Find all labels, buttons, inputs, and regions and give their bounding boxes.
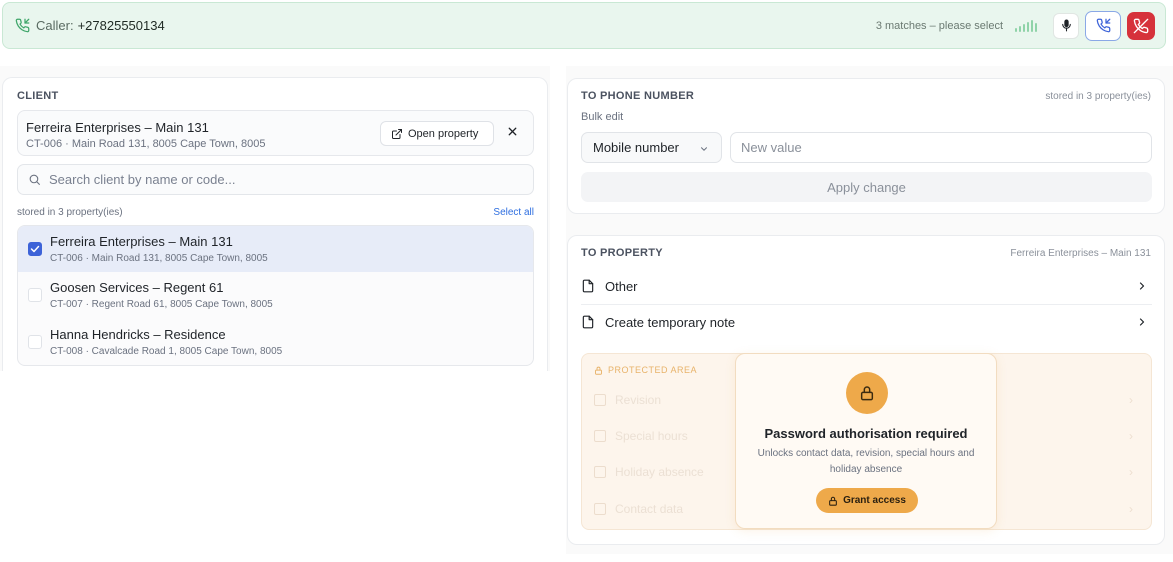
client-item-name: Ferreira Enterprises – Main 131 [50,234,233,249]
client-list-header: stored in 3 property(ies) Select all [17,207,534,218]
client-list-item[interactable]: Goosen Services – Regent 61 CT-007 · Reg… [18,272,533,318]
client-search-placeholder: Search client by name or code... [49,172,236,187]
protected-area-text: PROTECTED AREA [608,365,698,375]
checkmark-icon [30,245,40,253]
protected-item-special-hours: Special hours [594,429,688,443]
lock-icon [829,496,837,506]
plane-icon [594,466,606,478]
hang-up-button[interactable] [1127,11,1155,40]
client-list-item[interactable]: Hanna Hendricks – Residence CT-008 · Cav… [18,319,533,365]
grant-access-button[interactable]: Grant access [816,488,918,513]
caller-label: Caller: [36,18,74,33]
protected-area-label: PROTECTED AREA [594,365,697,375]
new-value-placeholder: New value [741,140,802,155]
incoming-call-icon [15,18,30,33]
microphone-icon [1061,19,1071,32]
selected-client-card: Ferreira Enterprises – Main 131 CT-006 ·… [17,110,534,156]
close-icon [508,127,517,136]
client-checkbox[interactable] [28,288,42,302]
property-menu-item-other[interactable]: Other [581,268,1152,304]
client-checkbox[interactable] [28,242,42,256]
selected-client-name: Ferreira Enterprises – Main 131 [26,120,209,135]
search-icon [29,174,40,185]
document-icon [582,279,594,293]
stored-count-text: stored in 3 property(ies) [17,207,123,218]
menu-item-label: Create temporary note [605,314,736,330]
selected-client-address: CT-006 · Main Road 131, 8005 Cape Town, … [26,138,266,150]
phone-type-select[interactable]: Mobile number [581,132,722,163]
select-all-link[interactable]: Select all [493,207,534,218]
phone-type-value: Mobile number [593,140,679,155]
lock-icon [595,366,602,375]
client-item-address: CT-006 · Main Road 131, 8005 Cape Town, … [50,253,268,264]
client-item-address: CT-008 · Cavalcade Road 1, 8005 Cape Tow… [50,346,283,357]
contact-icon [594,503,606,515]
menu-item-label: Other [605,278,638,294]
bulk-edit-label: Bulk edit [581,111,624,123]
protected-item-contact-data: Contact data [594,502,683,516]
microphone-button[interactable] [1053,12,1079,39]
client-checkbox[interactable] [28,335,42,349]
client-search-input[interactable]: Search client by name or code... [17,164,534,195]
to-property-header: TO PROPERTY Ferreira Enterprises – Main … [581,247,1151,259]
caller-number: +27825550134 [77,18,165,33]
new-value-input[interactable]: New value [730,132,1152,163]
external-link-icon [392,128,402,139]
grant-access-label: Grant access [843,495,906,506]
chevron-right-icon [1139,282,1145,290]
property-menu-item-temporary-note[interactable]: Create temporary note [581,304,1152,340]
client-section-title: CLIENT [17,90,59,102]
call-bar: Caller: +27825550134 3 matches – please … [2,2,1166,49]
clear-selection-button[interactable] [506,125,519,138]
client-list: Ferreira Enterprises – Main 131 CT-006 ·… [17,225,534,366]
chevron-down-icon [700,147,708,151]
phone-transfer-icon [1096,18,1110,33]
lock-badge [846,372,888,414]
protected-item-label: Contact data [615,502,684,516]
protected-item-label: Revision [615,393,662,407]
chevron-right-icon: › [1129,429,1133,443]
client-item-name: Goosen Services – Regent 61 [50,280,224,295]
chevron-right-icon: › [1129,393,1133,407]
hang-up-icon [1133,18,1149,33]
to-phone-meta: stored in 3 property(ies) [1045,90,1151,102]
open-property-label: Open property [408,127,479,140]
client-panel: CLIENT Ferreira Enterprises – Main 131 C… [2,77,548,371]
to-phone-number-card: TO PHONE NUMBER stored in 3 property(ies… [567,78,1165,214]
signal-strength-icon [1015,19,1037,32]
apply-change-label: Apply change [827,179,906,195]
protected-item-revision: Revision [594,393,661,407]
apply-change-button[interactable]: Apply change [581,172,1152,202]
to-phone-title: TO PHONE NUMBER [581,90,695,102]
auth-description: Unlocks contact data, revision, special … [757,448,975,475]
document-icon [582,315,594,329]
matches-status: 3 matches – please select [875,19,1003,32]
password-authorisation-dialog: Password authorisation required Unlocks … [735,353,997,529]
client-item-address: CT-007 · Regent Road 61, 8005 Cape Town,… [50,299,273,310]
protected-item-holiday-absence: Holiday absence [594,465,704,479]
protected-item-label: Holiday absence [615,465,704,479]
chevron-right-icon [1139,318,1145,326]
calendar-icon [594,430,606,442]
to-phone-header: TO PHONE NUMBER stored in 3 property(ies… [581,90,1151,102]
transfer-call-button[interactable] [1085,10,1121,41]
to-property-title: TO PROPERTY [581,247,663,259]
chevron-right-icon: › [1129,465,1133,479]
client-list-item[interactable]: Ferreira Enterprises – Main 131 CT-006 ·… [18,226,533,272]
chevron-right-icon: › [1129,502,1133,516]
document-icon [594,394,606,406]
auth-title: Password authorisation required [764,426,968,441]
open-property-button[interactable]: Open property [380,121,494,146]
to-property-meta: Ferreira Enterprises – Main 131 [1010,247,1151,259]
client-item-name: Hanna Hendricks – Residence [50,327,226,342]
lock-icon [860,386,874,401]
protected-item-label: Special hours [615,429,688,443]
